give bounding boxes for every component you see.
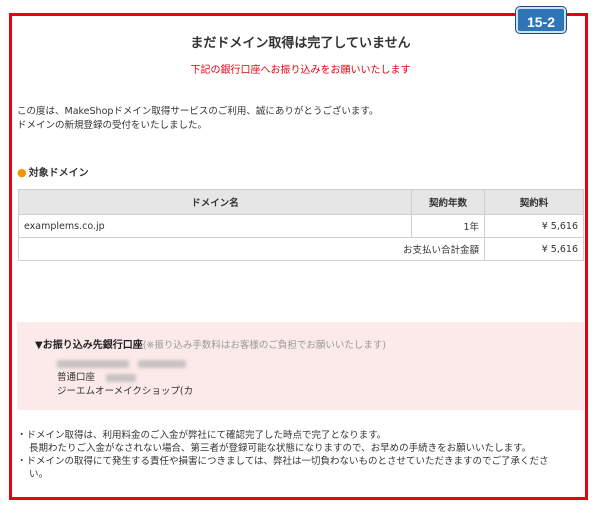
table-header-row: ドメイン名 契約年数 契約料: [18, 189, 584, 215]
redacted-branch-name: [138, 359, 187, 368]
redacted-account-number: [106, 373, 137, 382]
total-label-cell: お支払い合計金額: [18, 237, 485, 261]
domain-name-cell: examplems.co.jp: [18, 214, 412, 238]
header-contract-fee: 契約料: [484, 189, 584, 215]
contract-years-cell: 1年: [411, 214, 485, 238]
bank-fee-note: (※振り込み手数料はお客様のご負担でお願いいたします): [142, 340, 387, 351]
page-title: まだドメイン取得は完了していません: [190, 36, 411, 51]
intro-line: ドメインの新規登録の受付をいたしました。: [17, 120, 208, 131]
step-badge: 15-2: [516, 7, 566, 33]
redacted-bank-name: [57, 359, 129, 368]
bank-heading: ▼お振り込み先銀行口座(※振り込み手数料はお客様のご負担でお願いいたします): [35, 336, 584, 351]
bank-name-line: [57, 357, 584, 371]
bank-heading-text: ▼お振り込み先銀行口座: [35, 340, 143, 351]
note-line: い。: [29, 469, 49, 480]
header-domain-name: ドメイン名: [18, 189, 412, 215]
header-contract-years: 契約年数: [411, 189, 485, 215]
section-label-text: 対象ドメイン: [28, 168, 89, 179]
note-line: ・ドメインの取得にて発生する責任や損害につきましては、弊社は一切負わないものとさ…: [17, 456, 549, 467]
account-type: 普通口座: [57, 372, 96, 383]
bullet-icon: ●: [17, 166, 27, 179]
note-line: ・ドメイン取得は、利用料金のご入金が弊社にて確認完了した時点で完了となります。: [17, 430, 387, 441]
bank-account-box: ▼お振り込み先銀行口座(※振り込み手数料はお客様のご負担でお願いいたします) 普…: [17, 322, 584, 410]
section-label: ● 対象ドメイン: [17, 164, 89, 179]
contract-fee-cell: ¥ 5,616: [484, 214, 584, 238]
notes: ・ドメイン取得は、利用料金のご入金が弊社にて確認完了した時点で完了となります。 …: [17, 429, 587, 481]
account-line: 普通口座: [57, 371, 584, 385]
total-row: お支払い合計金額 ¥ 5,616: [18, 237, 584, 261]
note-line: 長期わたりご入金がなされない場合、第三者が登録可能な状態になりますので、お早めの…: [29, 443, 532, 454]
account-name: ジーエムオーメイクショップ(カ: [57, 386, 194, 397]
table-row: examplems.co.jp 1年 ¥ 5,616: [18, 214, 584, 238]
domain-table: ドメイン名 契約年数 契約料 examplems.co.jp 1年 ¥ 5,61…: [18, 189, 584, 261]
page-subtitle: 下記の銀行口座へお振り込みをお願いいたします: [190, 65, 411, 76]
intro-line: この度は、MakeShopドメイン取得サービスのご利用、誠にありがとうございます…: [17, 106, 379, 117]
intro-text: この度は、MakeShopドメイン取得サービスのご利用、誠にありがとうございます…: [17, 105, 378, 133]
total-value-cell: ¥ 5,616: [484, 237, 584, 261]
